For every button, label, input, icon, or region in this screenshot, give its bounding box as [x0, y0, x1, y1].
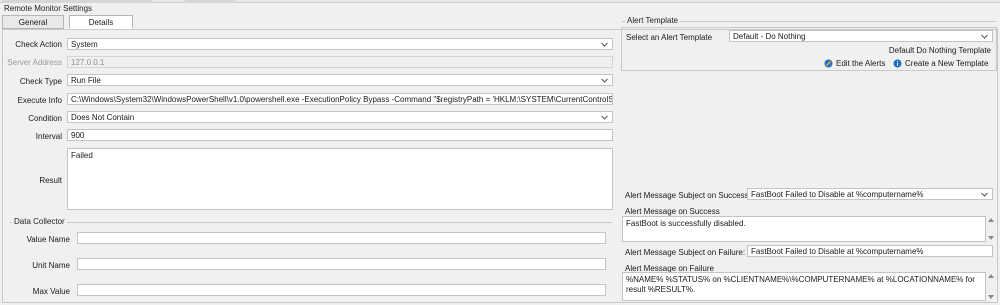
failure-subject-field[interactable]: FastBoot Failed to Disable at %computern… — [747, 245, 993, 257]
chevron-down-icon — [600, 113, 609, 122]
chevron-down-icon — [980, 190, 989, 199]
check-action-select[interactable]: System — [67, 38, 613, 50]
data-collector-title: Data Collector — [12, 217, 67, 226]
edit-alerts-icon — [824, 59, 833, 68]
max-value-field[interactable] — [77, 284, 606, 296]
value-name-field[interactable] — [77, 232, 606, 244]
success-message-scrollbar[interactable] — [987, 216, 995, 242]
condition-label: Condition — [28, 114, 62, 123]
select-alert-template-label: Select an Alert Template — [626, 33, 713, 42]
unit-name-label: Unit Name — [32, 261, 70, 270]
scroll-up-icon[interactable] — [988, 274, 994, 278]
result-field[interactable]: Failed — [67, 148, 613, 210]
server-address-label: Server Address — [7, 58, 62, 67]
data-collector-divider — [10, 222, 612, 223]
check-action-label: Check Action — [15, 40, 62, 49]
alert-template-description: Default Do Nothing Template — [888, 46, 991, 55]
value-name-label: Value Name — [26, 235, 70, 244]
create-template-label: Create a New Template — [905, 59, 989, 68]
check-type-select[interactable]: Run File — [67, 74, 613, 86]
top-strip-segment — [185, 0, 235, 3]
section-title: Remote Monitor Settings — [4, 4, 93, 13]
top-strip — [0, 0, 1000, 3]
chevron-down-icon — [600, 40, 609, 49]
scroll-down-icon[interactable] — [988, 236, 994, 240]
success-subject-value: FastBoot Failed to Disable at %computern… — [751, 190, 924, 199]
max-value-label: Max Value — [32, 287, 70, 296]
success-message-field[interactable]: FastBoot is successfully disabled. — [622, 216, 986, 242]
result-value: Failed — [71, 151, 93, 160]
info-icon — [893, 59, 902, 68]
check-type-value: Run File — [71, 76, 101, 85]
success-message-label: Alert Message on Success — [625, 207, 720, 216]
interval-field[interactable]: 900 — [67, 129, 613, 141]
server-address-field: 127.0.0.1 — [67, 56, 613, 68]
failure-message-scrollbar[interactable] — [987, 272, 995, 301]
tab-details[interactable]: Details — [69, 15, 133, 29]
interval-label: Interval — [35, 132, 62, 141]
edit-alerts-label: Edit the Alerts — [836, 59, 886, 68]
scroll-down-icon[interactable] — [988, 295, 994, 299]
execute-info-label: Execute Info — [17, 96, 62, 105]
alert-template-title: Alert Template — [625, 16, 680, 25]
result-label: Result — [39, 176, 62, 185]
failure-message-value: %NAME% %STATUS% on %CLIENTNAME%\%COMPUTE… — [626, 275, 975, 294]
scroll-up-icon[interactable] — [988, 218, 994, 222]
create-template-button[interactable]: Create a New Template — [893, 59, 988, 68]
failure-subject-label: Alert Message Subject on Failure: — [625, 248, 746, 257]
top-strip-segment — [2, 0, 152, 3]
alert-template-value: Default - Do Nothing — [733, 32, 806, 41]
tab-general[interactable]: General — [2, 15, 64, 29]
alert-template-select[interactable]: Default - Do Nothing — [729, 30, 993, 42]
failure-message-field[interactable]: %NAME% %STATUS% on %CLIENTNAME%\%COMPUTE… — [622, 272, 986, 301]
chevron-down-icon — [600, 76, 609, 85]
execute-info-field[interactable]: C:\Windows\System32\WindowsPowerShell\v1… — [67, 93, 613, 105]
condition-value: Does Not Contain — [71, 113, 135, 122]
unit-name-field[interactable] — [77, 258, 606, 270]
condition-select[interactable]: Does Not Contain — [67, 111, 613, 123]
chevron-down-icon — [980, 32, 989, 41]
edit-alerts-button[interactable]: Edit the Alerts — [824, 59, 885, 68]
success-subject-field[interactable]: FastBoot Failed to Disable at %computern… — [747, 188, 993, 200]
success-message-value: FastBoot is successfully disabled. — [626, 219, 746, 228]
check-action-value: System — [71, 40, 98, 49]
check-type-label: Check Type — [19, 77, 62, 86]
success-subject-label: Alert Message Subject on Success: — [625, 191, 751, 200]
